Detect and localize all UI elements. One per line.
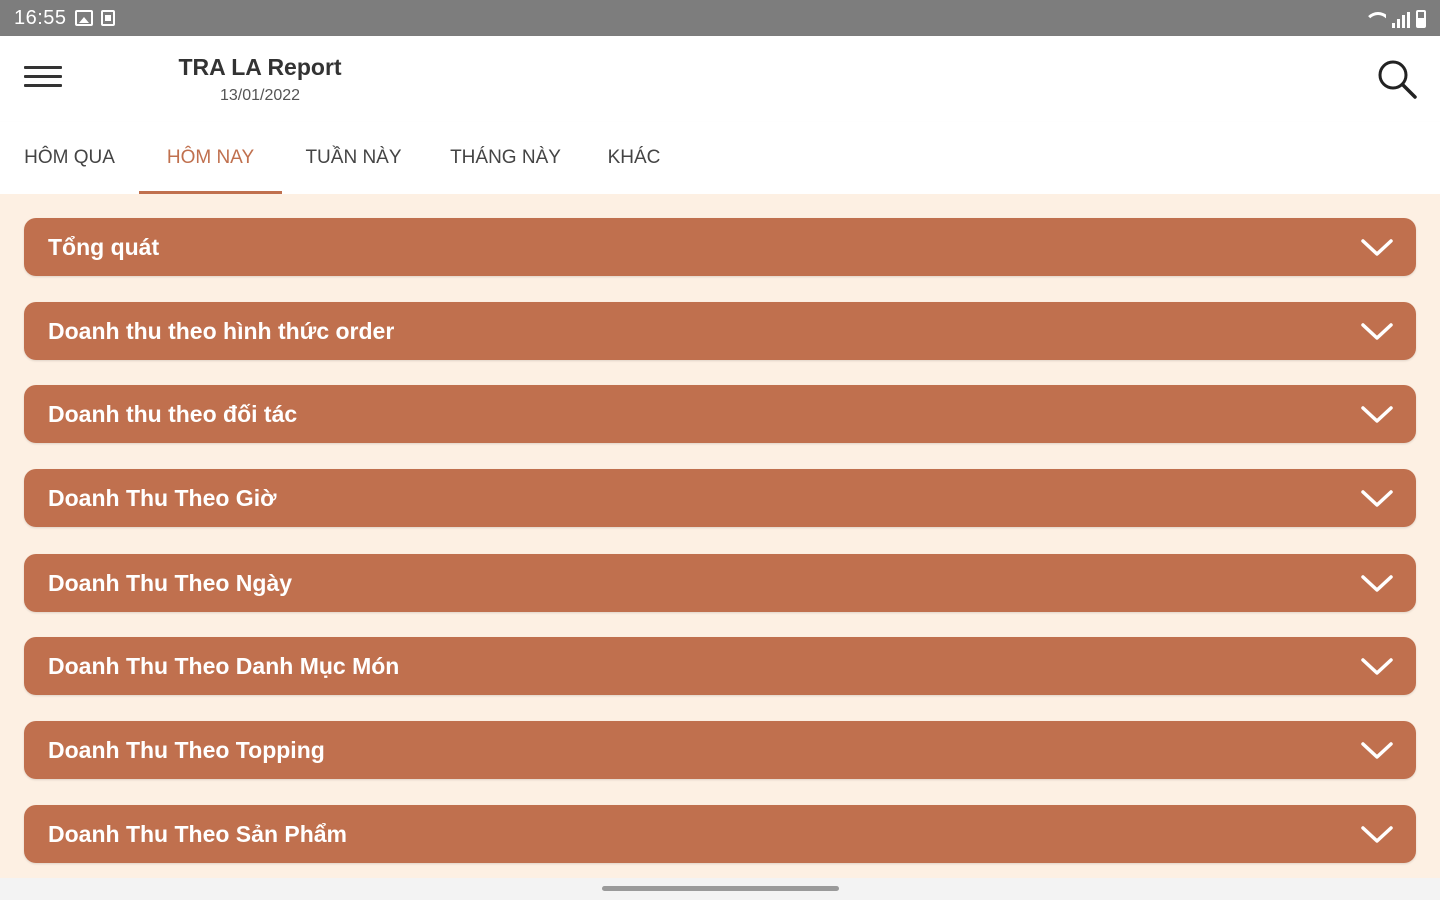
tab-label: TUẦN NÀY bbox=[305, 147, 402, 168]
chevron-down-icon[interactable] bbox=[1360, 738, 1394, 762]
section-doanh-thu-gio[interactable]: Doanh Thu Theo Giờ bbox=[24, 469, 1416, 527]
tab-label: KHÁC bbox=[607, 147, 661, 168]
chevron-down-icon[interactable] bbox=[1360, 822, 1394, 846]
search-icon[interactable] bbox=[1376, 58, 1418, 100]
section-title: Doanh thu theo đối tác bbox=[48, 400, 298, 427]
section-doanh-thu-danh-muc-mon[interactable]: Doanh Thu Theo Danh Mục Món bbox=[24, 637, 1416, 695]
home-indicator[interactable] bbox=[602, 886, 839, 891]
report-sections: Tổng quát Doanh thu theo hình thức order… bbox=[0, 194, 1440, 878]
navigation-bar bbox=[0, 878, 1440, 900]
section-doanh-thu-doi-tac[interactable]: Doanh thu theo đối tác bbox=[24, 385, 1416, 443]
battery-icon bbox=[1416, 10, 1426, 28]
chevron-down-icon[interactable] bbox=[1360, 654, 1394, 678]
section-title: Doanh Thu Theo Danh Mục Món bbox=[48, 652, 400, 679]
chevron-down-icon[interactable] bbox=[1360, 571, 1394, 595]
search-icon-graphic bbox=[1378, 60, 1417, 99]
section-doanh-thu-hinh-thuc-order[interactable]: Doanh thu theo hình thức order bbox=[24, 302, 1416, 360]
app-header: TRA LA Report 13/01/2022 bbox=[0, 36, 1440, 122]
section-doanh-thu-san-pham[interactable]: Doanh Thu Theo Sản Phẩm bbox=[24, 805, 1416, 863]
chevron-down-icon[interactable] bbox=[1360, 486, 1394, 510]
section-title: Doanh Thu Theo Topping bbox=[48, 736, 325, 763]
status-time: 16:55 bbox=[14, 6, 67, 29]
wifi-icon bbox=[1364, 12, 1386, 28]
status-right bbox=[1364, 8, 1426, 28]
section-doanh-thu-topping[interactable]: Doanh Thu Theo Topping bbox=[24, 721, 1416, 779]
section-title: Doanh Thu Theo Ngày bbox=[48, 569, 293, 596]
page-title: TRA LA Report bbox=[178, 54, 342, 80]
section-title: Doanh Thu Theo Giờ bbox=[48, 484, 277, 511]
image-icon bbox=[74, 10, 93, 26]
section-title: Doanh thu theo hình thức order bbox=[48, 317, 395, 344]
section-title: Doanh Thu Theo Sản Phẩm bbox=[48, 820, 348, 847]
tab-thang-nay[interactable]: THÁNG NÀY bbox=[425, 122, 586, 194]
section-tong-quat[interactable]: Tổng quát bbox=[24, 218, 1416, 276]
tab-tuan-nay[interactable]: TUẦN NÀY bbox=[282, 122, 425, 194]
section-doanh-thu-ngay[interactable]: Doanh Thu Theo Ngày bbox=[24, 554, 1416, 612]
chevron-down-icon[interactable] bbox=[1360, 319, 1394, 343]
chevron-down-icon[interactable] bbox=[1360, 235, 1394, 259]
tab-label: THÁNG NÀY bbox=[450, 147, 561, 168]
tab-khac[interactable]: KHÁC bbox=[586, 122, 682, 194]
status-bar: 16:55 bbox=[0, 0, 1440, 36]
tab-hom-qua[interactable]: HÔM QUA bbox=[0, 122, 139, 194]
menu-icon[interactable] bbox=[24, 64, 64, 92]
signal-icon bbox=[1392, 12, 1410, 28]
status-left: 16:55 bbox=[14, 7, 115, 30]
title-block: TRA LA Report 13/01/2022 bbox=[160, 54, 360, 105]
tab-label: HÔM NAY bbox=[166, 147, 255, 168]
screenshot-icon bbox=[100, 10, 115, 26]
tab-label: HÔM QUA bbox=[24, 147, 115, 168]
report-date: 13/01/2022 bbox=[219, 87, 301, 104]
tab-bar: HÔM QUA HÔM NAY TUẦN NÀY THÁNG NÀY KHÁC bbox=[0, 122, 1440, 194]
tab-hom-nay[interactable]: HÔM NAY bbox=[139, 122, 282, 194]
chevron-down-icon[interactable] bbox=[1360, 402, 1394, 426]
section-title: Tổng quát bbox=[48, 233, 160, 260]
